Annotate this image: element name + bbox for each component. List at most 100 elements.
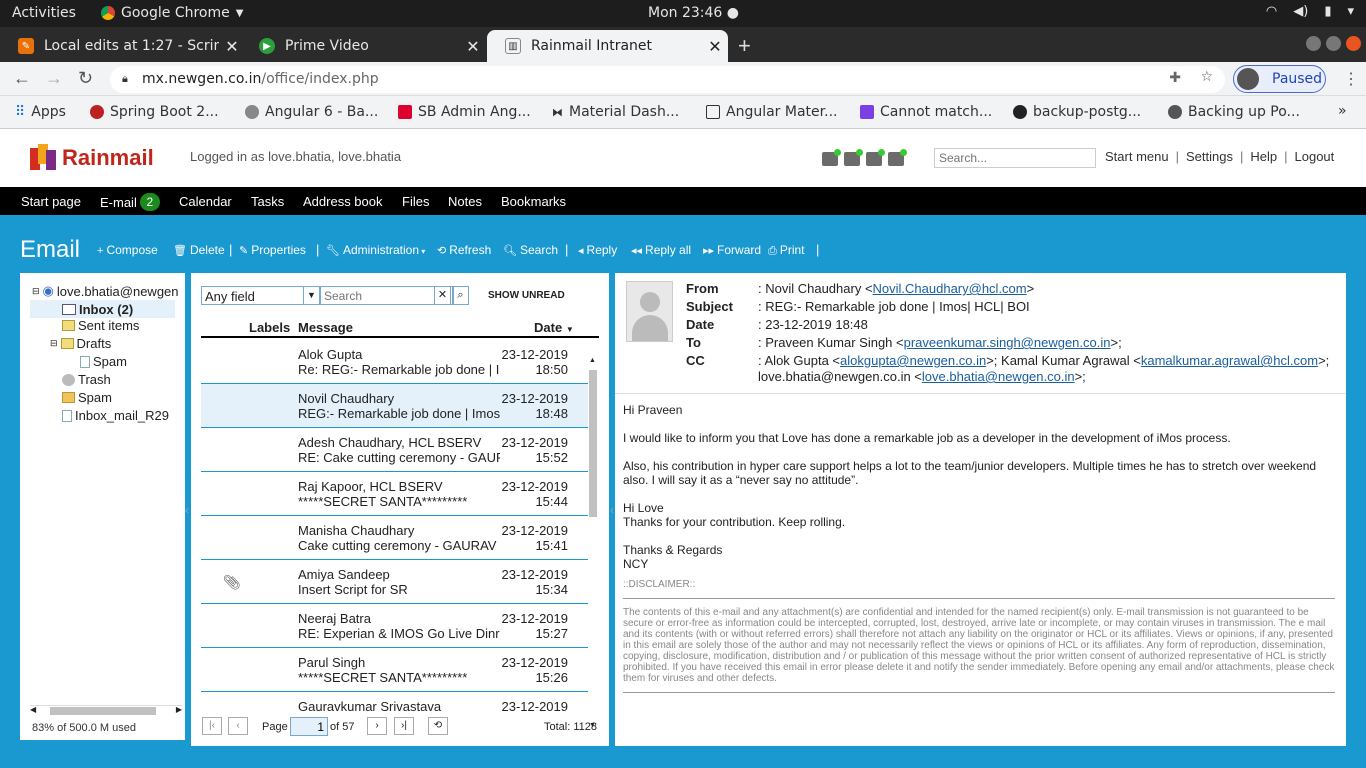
tree-spam[interactable]: Spam — [62, 390, 112, 405]
bookmark-spring-boot[interactable]: Spring Boot 2... — [90, 104, 219, 120]
tree-horizontal-scrollbar[interactable]: ◀ ▶ — [30, 705, 182, 715]
minimize-button[interactable] — [1306, 36, 1321, 51]
list-vertical-scrollbar[interactable]: ▲ ▼ — [587, 357, 599, 729]
bookmark-material-dash[interactable]: ⧓ Material Dash... — [552, 104, 679, 120]
menu-kebab-icon[interactable]: ⋮ — [1343, 69, 1359, 89]
scroll-up-icon[interactable]: ▲ — [589, 357, 596, 364]
app-menu[interactable]: Google Chrome ▼ — [101, 5, 243, 21]
clock[interactable]: Mon 23:46 ● — [648, 5, 739, 21]
menu-files[interactable]: Files — [402, 194, 429, 209]
menu-bookmarks[interactable]: Bookmarks — [501, 194, 566, 209]
table-row[interactable]: 📎︎ Amiya Sandeep Insert Script for SR 23-12… — [201, 560, 588, 604]
activities-button[interactable]: Activities — [12, 5, 76, 21]
table-row[interactable]: Neeraj Batra RE: Experian & IMOS Go Live … — [201, 604, 588, 648]
bookmark-sb-admin[interactable]: SB Admin Ang... — [398, 104, 531, 120]
cc2-email-link[interactable]: kamalkumar.agrawal@hcl.com — [1141, 353, 1318, 368]
next-page-button[interactable]: › — [367, 717, 387, 735]
show-unread-button[interactable]: SHOW UNREAD — [488, 290, 565, 301]
tree-drafts[interactable]: ⊟ Drafts — [50, 336, 111, 351]
bookmark-cannot-match[interactable]: Cannot match... — [860, 104, 992, 120]
bookmark-angular6[interactable]: Angular 6 - Ba... — [245, 104, 378, 120]
logout-link[interactable]: Logout — [1295, 149, 1335, 164]
search-button[interactable]: 🔍︎ Search — [503, 243, 558, 257]
star-icon[interactable]: ☆ — [1200, 69, 1213, 85]
reload-button[interactable]: ↻ — [78, 68, 93, 89]
tree-drafts-spam[interactable]: Spam — [80, 354, 127, 369]
new-event-icon[interactable] — [844, 149, 863, 166]
new-mail-icon[interactable] — [888, 149, 907, 166]
refresh-button[interactable]: ⟲ Refresh — [437, 243, 491, 257]
table-row[interactable]: Parul Singh *****SECRET SANTA********* 23-… — [201, 648, 588, 692]
scroll-thumb[interactable] — [50, 707, 156, 715]
bookmark-angular-mater[interactable]: Angular Mater... — [706, 104, 837, 120]
maximize-button[interactable] — [1326, 36, 1341, 51]
menu-tasks[interactable]: Tasks — [251, 194, 284, 209]
page-number-input[interactable] — [290, 717, 328, 736]
to-email-link[interactable]: praveenkumar.singh@newgen.co.in — [904, 335, 1111, 350]
first-page-button[interactable]: |‹ — [202, 717, 222, 735]
resize-handle-left[interactable]: ‹ — [185, 503, 189, 517]
system-tray[interactable]: ◠ ◀) ▮ ▾ — [1266, 4, 1354, 19]
settings-link[interactable]: Settings — [1186, 149, 1233, 164]
col-message[interactable]: Message — [298, 320, 353, 335]
administration-button[interactable]: 🔧︎ Administration ▾ — [326, 243, 425, 257]
prev-page-button[interactable]: ‹ — [228, 717, 248, 735]
forward-button[interactable]: ▸▸ Forward — [703, 243, 761, 257]
menu-address-book[interactable]: Address book — [303, 194, 383, 209]
menu-calendar[interactable]: Calendar — [179, 194, 232, 209]
bookmark-backup-postg[interactable]: backup-postg... — [1013, 104, 1141, 120]
new-task-icon[interactable] — [866, 149, 885, 166]
profile-button[interactable]: Paused — [1233, 65, 1326, 93]
table-row[interactable]: Alok Gupta Re: REG:- Remarkable job done … — [201, 340, 588, 384]
search-go-button[interactable]: ⌕ — [452, 286, 469, 305]
new-contact-icon[interactable] — [822, 149, 841, 166]
table-row[interactable]: Novil Chaudhary REG:- Remarkable job done… — [201, 384, 588, 428]
menu-notes[interactable]: Notes — [448, 194, 482, 209]
resize-handle-right[interactable]: ‹ — [610, 503, 614, 517]
tree-inbox[interactable]: Inbox (2) — [30, 300, 175, 318]
print-button[interactable]: ⎙ Print — [768, 243, 805, 258]
new-tab-button[interactable]: + — [738, 33, 751, 59]
tab-prime-video[interactable]: ▶ Prime Video ✕ — [241, 30, 486, 62]
start-menu-link[interactable]: Start menu — [1105, 149, 1169, 164]
delete-button[interactable]: 🗑︎ Delete — [173, 243, 225, 257]
tree-inbox-mail[interactable]: Inbox_mail_R29 — [62, 408, 169, 423]
search-field-select[interactable]: Any field ▼ — [201, 286, 320, 305]
tree-trash[interactable]: Trash — [62, 372, 111, 387]
last-page-button[interactable]: ›| — [394, 717, 414, 735]
reply-all-button[interactable]: ◂◂ Reply all — [631, 243, 691, 257]
compose-button[interactable]: + Compose — [97, 243, 158, 257]
table-row[interactable]: Raj Kapoor, HCL BSERV *****SECRET SANTA**… — [201, 472, 588, 516]
cc1-email-link[interactable]: alokgupta@newgen.co.in — [840, 353, 986, 368]
rainmail-logo[interactable]: Rainmail — [28, 144, 154, 172]
tab-scrimba[interactable]: ✎ Local edits at 1:27 - Scrimb ✕ — [0, 30, 245, 62]
tree-sent[interactable]: Sent items — [62, 318, 139, 333]
tab-rainmail[interactable]: ▥ Rainmail Intranet ✕ — [487, 30, 728, 62]
from-email-link[interactable]: Novil.Chaudhary@hcl.com — [873, 281, 1027, 296]
bookmark-apps[interactable]: ⠿ Apps — [15, 104, 66, 120]
col-labels[interactable]: Labels — [249, 320, 290, 335]
properties-button[interactable]: ✎ Properties — [239, 243, 306, 257]
back-button[interactable]: ← — [13, 68, 31, 89]
more-bookmarks-icon[interactable]: » — [1338, 103, 1347, 119]
tree-account[interactable]: ⊟ ◉ love.bhatia@newgen — [32, 283, 179, 299]
table-row[interactable]: Manisha Chaudhary Cake cutting ceremony -… — [201, 516, 588, 560]
help-link[interactable]: Help — [1250, 149, 1277, 164]
refresh-list-button[interactable]: ⟲ — [428, 717, 448, 735]
url-bar[interactable]: 🔒︎ mx.newgen.co.in/office/index.php ✚ ☆ — [110, 66, 1225, 93]
extension-icon[interactable]: ✚ — [1169, 70, 1181, 86]
clear-search-button[interactable]: ✕ — [434, 286, 451, 305]
bookmark-backing-up[interactable]: Backing up Po... — [1168, 104, 1300, 120]
close-window-button[interactable] — [1346, 36, 1361, 51]
header-search-input[interactable] — [934, 148, 1096, 168]
scroll-left-icon[interactable]: ◀ — [30, 705, 36, 714]
table-row[interactable]: Adesh Chaudhary, HCL BSERV RE: Cake cutti… — [201, 428, 588, 472]
col-date[interactable]: Date ▼ — [534, 320, 574, 335]
scroll-thumb[interactable] — [589, 370, 597, 517]
menu-email[interactable]: E-mail 2 — [100, 193, 160, 212]
forward-button[interactable]: → — [45, 68, 63, 89]
reply-button[interactable]: ◂ Reply — [578, 243, 617, 257]
cc3-email-link[interactable]: love.bhatia@newgen.co.in — [922, 369, 1075, 384]
scroll-right-icon[interactable]: ▶ — [176, 705, 182, 714]
menu-start-page[interactable]: Start page — [21, 194, 81, 209]
